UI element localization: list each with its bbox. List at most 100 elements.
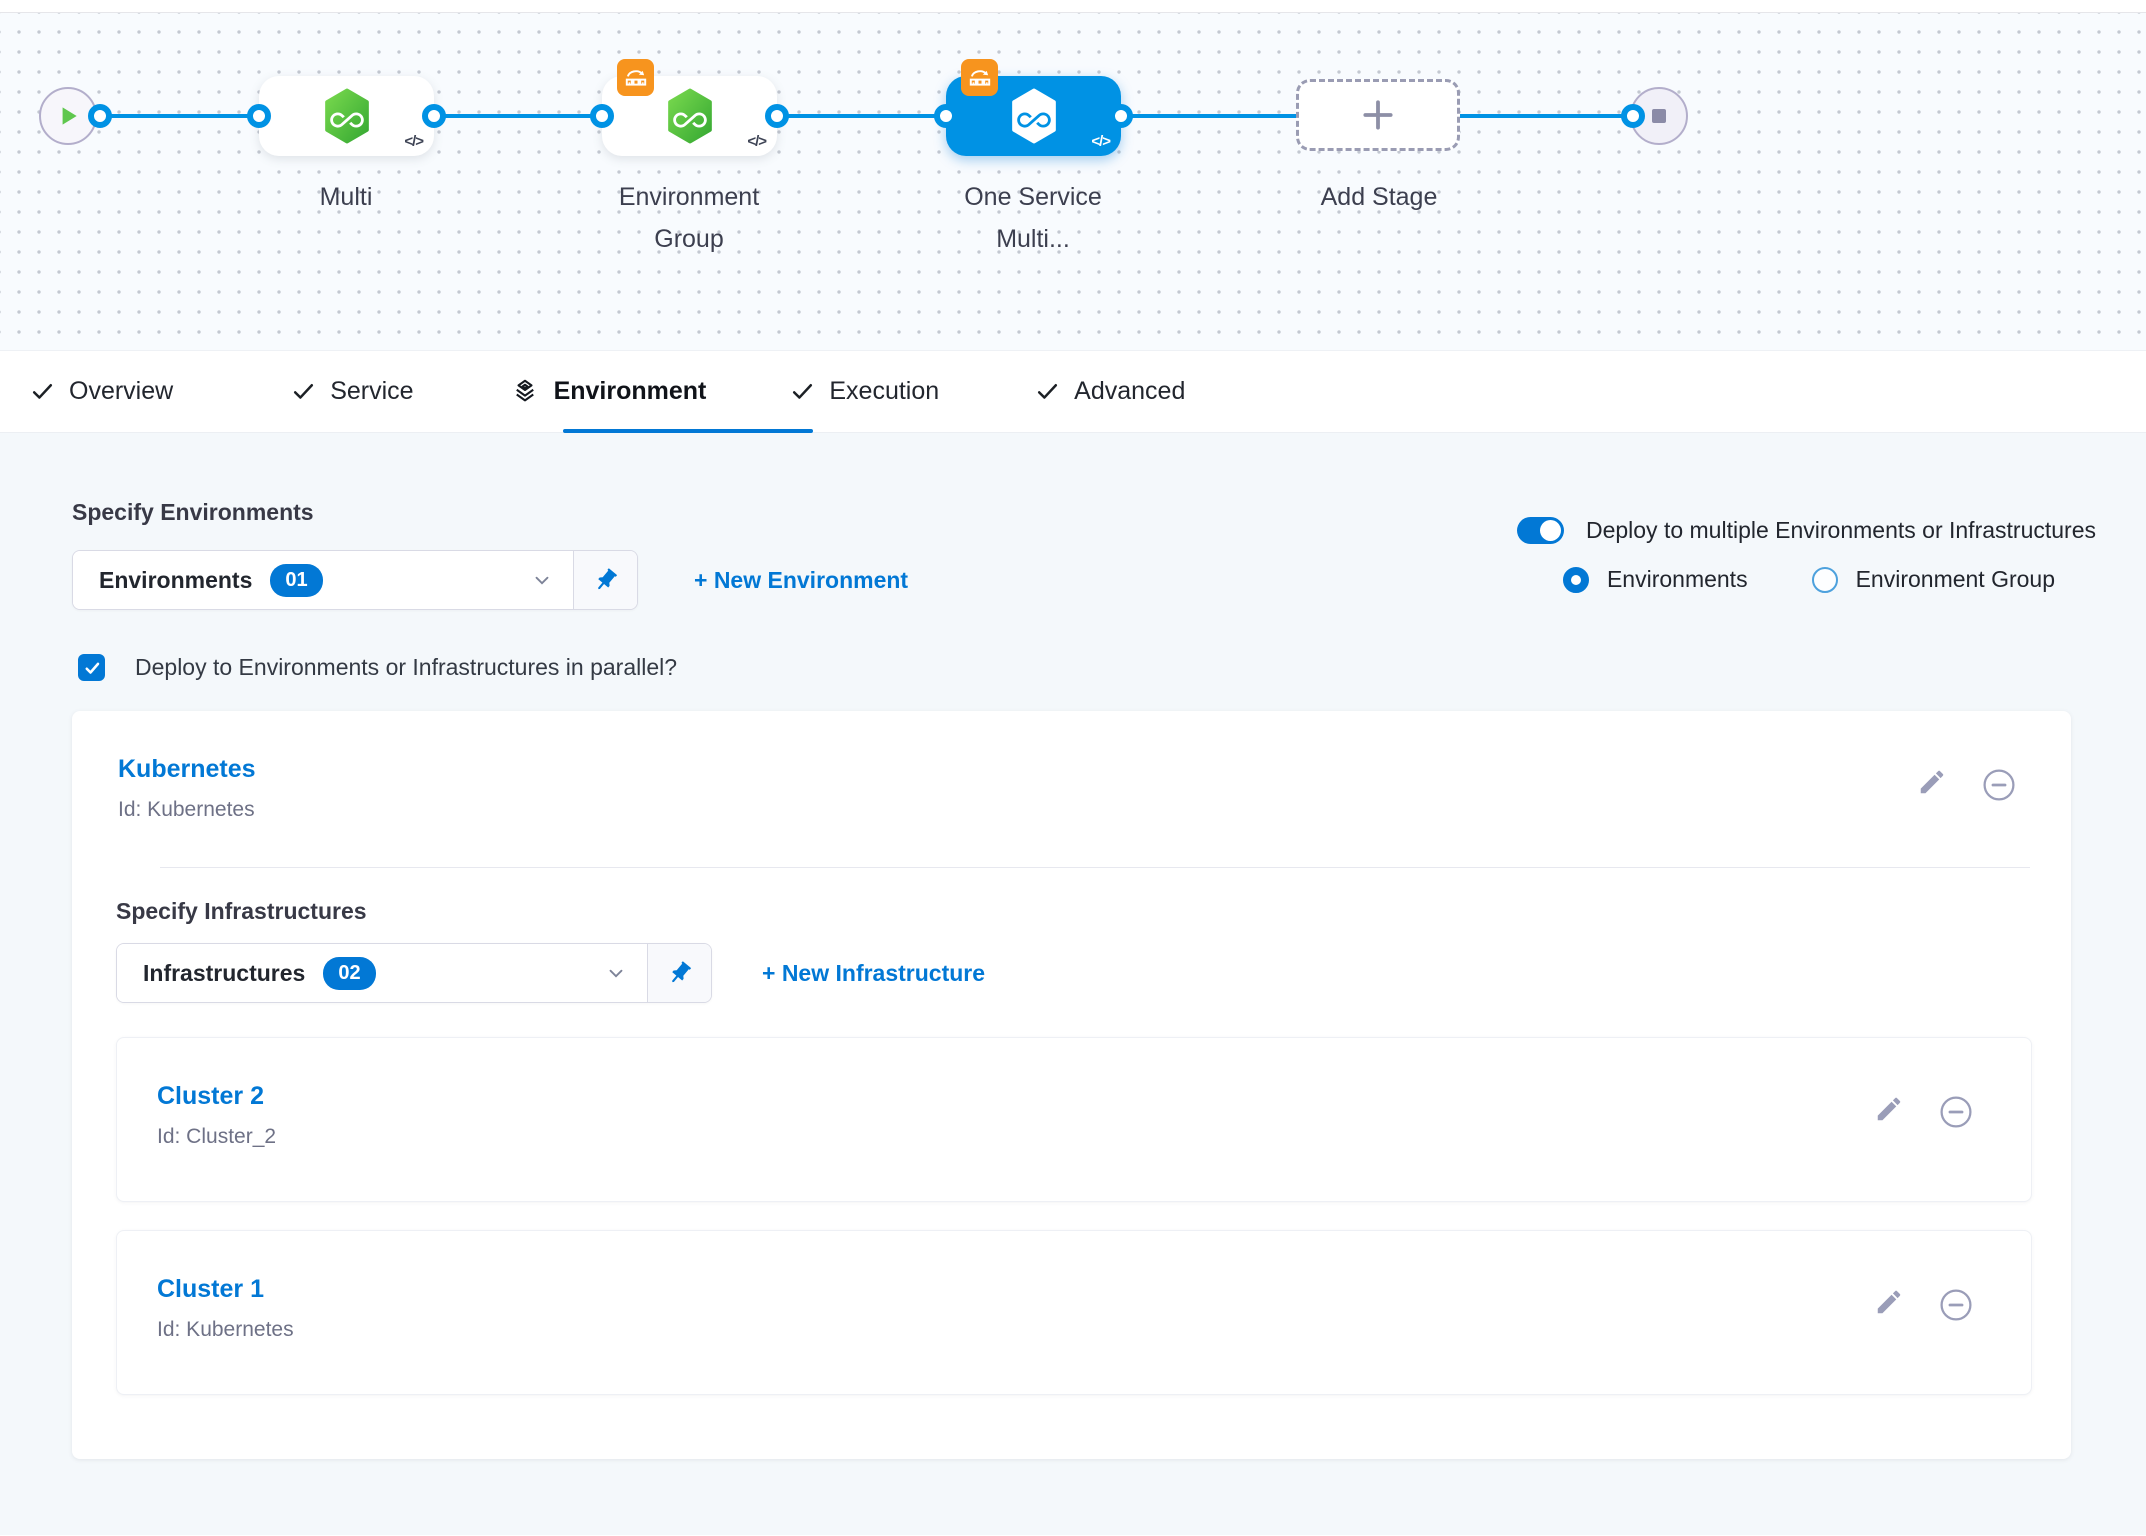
pencil-icon (1917, 767, 1947, 797)
environment-tab-content: Specify Environments Environments 01 + N… (0, 433, 2146, 1535)
minus-circle-icon (1981, 767, 2017, 803)
pipeline-canvas: </> </> </> (0, 13, 2146, 351)
check-icon (30, 379, 55, 404)
radio-selected-icon (1563, 567, 1589, 593)
environment-name-link[interactable]: Kubernetes (118, 755, 256, 784)
add-stage-label: Add Stage (1249, 176, 1509, 218)
tab-label: Overview (69, 377, 173, 406)
toggle-knob (1540, 520, 1561, 541)
stop-icon (1647, 104, 1671, 128)
edit-environment-button[interactable] (1917, 767, 1947, 797)
infrastructure-name-link[interactable]: Cluster 2 (157, 1082, 276, 1111)
tab-advanced[interactable]: Advanced (1035, 377, 1185, 406)
radio-environments[interactable]: Environments (1563, 566, 1748, 593)
environments-dropdown-value: Environments (99, 567, 252, 594)
pin-icon (593, 567, 619, 593)
parallel-checkbox-label: Deploy to Environments or Infrastructure… (135, 654, 677, 681)
minus-circle-icon (1938, 1287, 1974, 1323)
connector-port[interactable] (88, 104, 112, 128)
specify-infrastructures-heading: Specify Infrastructures (116, 898, 2071, 925)
infrastructures-select-group: Infrastructures 02 (116, 943, 712, 1003)
connector-port[interactable] (422, 104, 446, 128)
deploy-options-panel: Deploy to multiple Environments or Infra… (1517, 517, 2096, 593)
tab-label: Service (330, 377, 413, 406)
parallel-checkbox[interactable] (78, 654, 105, 681)
infrastructure-card-cluster-1: Cluster 1 Id: Kubernetes (116, 1230, 2032, 1395)
minus-circle-icon (1938, 1094, 1974, 1130)
check-icon (1035, 379, 1060, 404)
tab-service[interactable]: Service (291, 377, 413, 406)
edit-infrastructure-button[interactable] (1874, 1287, 1904, 1317)
environments-count-badge: 01 (270, 564, 322, 597)
multi-env-toggle[interactable] (1517, 517, 1564, 544)
tab-label: Environment (554, 377, 707, 406)
environment-row: Kubernetes Id: Kubernetes (72, 711, 2071, 822)
connector-port[interactable] (590, 104, 614, 128)
infrastructures-dropdown-value: Infrastructures (143, 960, 305, 987)
pencil-icon (1874, 1287, 1904, 1317)
infrastructures-dropdown[interactable]: Infrastructures 02 (117, 944, 647, 1002)
pin-icon (667, 960, 693, 986)
infrastructure-name-link[interactable]: Cluster 1 (157, 1275, 294, 1304)
environments-dropdown[interactable]: Environments 01 (73, 551, 573, 609)
edit-infrastructure-button[interactable] (1874, 1094, 1904, 1124)
play-icon (55, 103, 81, 129)
stage-node-one-service-multi[interactable]: </> (946, 76, 1121, 156)
remove-infrastructure-button[interactable] (1938, 1094, 1974, 1130)
stage-node-environment-group[interactable]: </> (602, 76, 777, 156)
harness-cd-icon (1008, 88, 1060, 144)
connector-port[interactable] (247, 104, 271, 128)
connector-port[interactable] (1621, 104, 1645, 128)
plus-icon (1359, 96, 1397, 134)
harness-cd-icon (321, 88, 373, 144)
window-top-strip (0, 0, 2146, 13)
tab-label: Advanced (1074, 377, 1185, 406)
connector-port[interactable] (934, 104, 958, 128)
pencil-icon (1874, 1094, 1904, 1124)
environment-layers-icon (510, 377, 540, 407)
specify-environments-heading: Specify Environments (72, 433, 2146, 526)
check-icon (291, 379, 316, 404)
add-stage-button[interactable] (1296, 79, 1460, 151)
infrastructure-card-cluster-2: Cluster 2 Id: Cluster_2 (116, 1037, 2032, 1202)
stage-tabbar: Overview Service Environment Execution A… (0, 351, 2146, 433)
rollout-strategy-badge-icon (617, 59, 654, 96)
pin-environments-button[interactable] (573, 551, 637, 609)
card-divider (160, 867, 2030, 868)
stage-label-multi: Multi (216, 176, 476, 218)
tab-environment[interactable]: Environment (510, 377, 707, 407)
chevron-down-icon (531, 569, 553, 591)
stage-label-one-service-multi: One ServiceMulti... (903, 176, 1163, 260)
infrastructures-select-row: Infrastructures 02 + New Infrastructure (116, 943, 2071, 1003)
tab-execution[interactable]: Execution (790, 377, 939, 406)
harness-cd-icon (664, 88, 716, 144)
code-view-icon[interactable]: </> (404, 133, 423, 150)
radio-environment-group[interactable]: Environment Group (1812, 566, 2055, 593)
connector-port[interactable] (1109, 104, 1133, 128)
check-icon (790, 379, 815, 404)
pin-infrastructures-button[interactable] (647, 944, 711, 1002)
connector-port[interactable] (765, 104, 789, 128)
environments-select-group: Environments 01 (72, 550, 638, 610)
radio-unselected-icon (1812, 567, 1838, 593)
tab-overview[interactable]: Overview (30, 377, 173, 406)
new-environment-button[interactable]: + New Environment (694, 567, 908, 594)
infrastructure-id: Id: Cluster_2 (157, 1125, 276, 1149)
stage-node-multi[interactable]: </> (259, 76, 434, 156)
chevron-down-icon (605, 962, 627, 984)
remove-environment-button[interactable] (1981, 767, 2017, 803)
tab-label: Execution (829, 377, 939, 406)
code-view-icon[interactable]: </> (1091, 133, 1110, 150)
environment-card-kubernetes: Kubernetes Id: Kubernetes Specify Infras… (72, 711, 2071, 1459)
remove-infrastructure-button[interactable] (1938, 1287, 1974, 1323)
infrastructure-id: Id: Kubernetes (157, 1318, 294, 1342)
stage-label-environment-group: EnvironmentGroup (559, 176, 819, 260)
rollout-strategy-badge-icon (961, 59, 998, 96)
multi-env-toggle-label: Deploy to multiple Environments or Infra… (1586, 517, 2096, 544)
parallel-checkbox-row: Deploy to Environments or Infrastructure… (78, 654, 2146, 681)
environment-id: Id: Kubernetes (118, 798, 256, 822)
check-icon (83, 659, 101, 677)
new-infrastructure-button[interactable]: + New Infrastructure (762, 960, 985, 987)
code-view-icon[interactable]: </> (747, 133, 766, 150)
infrastructures-count-badge: 02 (323, 957, 375, 990)
